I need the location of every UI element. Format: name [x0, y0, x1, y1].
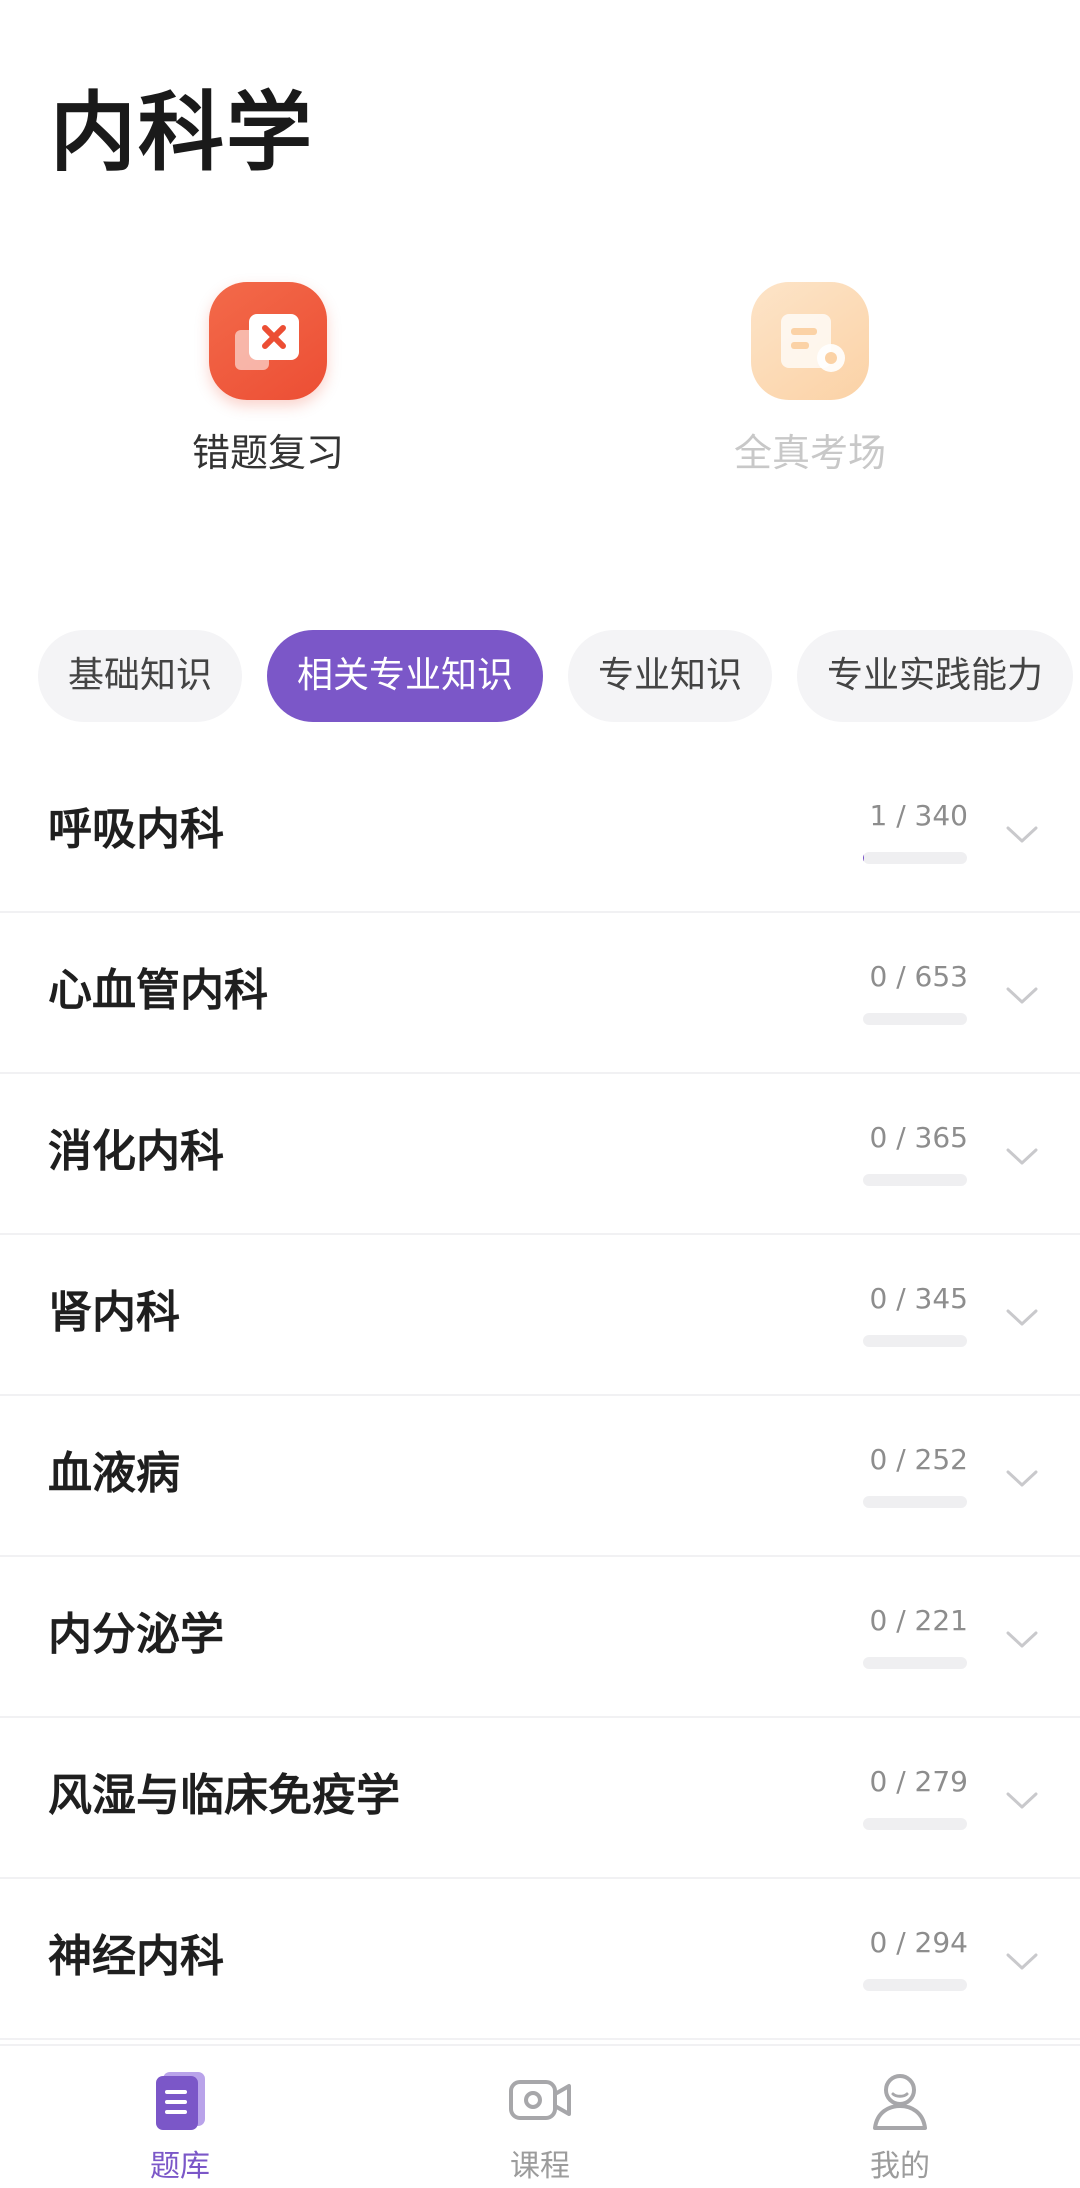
chapter-progress-bar — [863, 1013, 967, 1025]
chevron-down-icon[interactable] — [1002, 1780, 1042, 1820]
nav-course[interactable]: 课程 — [430, 2064, 650, 2182]
tab-basic-knowledge[interactable]: 基础知识 — [38, 630, 243, 722]
chapter-progress-text: 1 / 340 — [869, 799, 969, 832]
chapter-name: 神经内科 — [48, 1931, 224, 1982]
bottom-nav: 题库 课程 我的 — [0, 2044, 1080, 2188]
chapter-progress-bar — [863, 1979, 967, 1991]
course-video-icon — [509, 2080, 571, 2120]
chapter-progress-text: 0 / 653 — [869, 960, 969, 993]
subject-tabs: 基础知识 相关专业知识 专业知识 专业实践能力 — [38, 630, 1074, 722]
chapter-row[interactable]: 神经内科 0 / 294 — [0, 1879, 1080, 2040]
chapter-name: 肾内科 — [48, 1287, 180, 1338]
nav-profile-label: 我的 — [870, 2149, 930, 2184]
mock-exam-icon — [751, 282, 869, 400]
chapter-list: 呼吸内科 1 / 340 心血管内科 0 / 653 消化内科 0 / 365 … — [0, 752, 1080, 2040]
chapter-row[interactable]: 风湿与临床免疫学 0 / 279 — [0, 1718, 1080, 1879]
chapter-name: 风湿与临床免疫学 — [48, 1770, 400, 1821]
chapter-progress-bar — [863, 1496, 967, 1508]
chevron-down-icon[interactable] — [1002, 975, 1042, 1015]
nav-profile[interactable]: 我的 — [790, 2064, 1010, 2182]
chevron-down-icon[interactable] — [1002, 1619, 1042, 1659]
chapter-name: 心血管内科 — [48, 965, 268, 1016]
tab-professional-knowledge[interactable]: 专业知识 — [568, 630, 773, 722]
nav-question-bank-label: 题库 — [150, 2149, 210, 2184]
chapter-progress-text: 0 / 345 — [869, 1282, 969, 1315]
chapter-progress-text: 0 / 365 — [869, 1121, 969, 1154]
tab-related-knowledge[interactable]: 相关专业知识 — [267, 630, 544, 722]
chapter-progress-bar — [863, 1174, 967, 1186]
chevron-down-icon[interactable] — [1002, 1458, 1042, 1498]
wrong-questions-icon — [209, 282, 327, 400]
tab-professional-practice[interactable]: 专业实践能力 — [797, 630, 1074, 722]
chapter-progress-bar — [863, 1657, 967, 1669]
chapter-row[interactable]: 内分泌学 0 / 221 — [0, 1557, 1080, 1718]
question-bank-icon — [156, 2072, 205, 2130]
chapter-row[interactable]: 心血管内科 0 / 653 — [0, 913, 1080, 1074]
chevron-down-icon[interactable] — [1002, 1297, 1042, 1337]
chapter-name: 内分泌学 — [48, 1609, 224, 1660]
chapter-row[interactable]: 呼吸内科 1 / 340 — [0, 752, 1080, 913]
chapter-progress-bar — [863, 1818, 967, 1830]
chapter-row[interactable]: 消化内科 0 / 365 — [0, 1074, 1080, 1235]
mock-exam-button[interactable]: 全真考场 — [660, 282, 960, 472]
chapter-name: 呼吸内科 — [48, 804, 224, 855]
chapter-progress-text: 0 / 221 — [869, 1604, 969, 1637]
chevron-down-icon[interactable] — [1002, 1136, 1042, 1176]
nav-question-bank[interactable]: 题库 — [70, 2064, 290, 2182]
chapter-progress-bar — [863, 852, 967, 864]
chevron-down-icon[interactable] — [1002, 814, 1042, 854]
profile-icon — [873, 2074, 927, 2130]
chapter-name: 消化内科 — [48, 1126, 224, 1177]
wrong-question-review-button[interactable]: 错题复习 — [118, 282, 418, 472]
wrong-question-review-label: 错题复习 — [191, 431, 344, 475]
chapter-progress-bar — [863, 1335, 967, 1347]
chapter-progress-text: 0 / 294 — [869, 1926, 969, 1959]
chapter-progress-text: 0 / 252 — [869, 1443, 969, 1476]
chevron-down-icon[interactable] — [1002, 1941, 1042, 1981]
nav-course-label: 课程 — [510, 2149, 570, 2184]
chapter-row[interactable]: 血液病 0 / 252 — [0, 1396, 1080, 1557]
chapter-progress-text: 0 / 279 — [869, 1765, 969, 1798]
chapter-row[interactable]: 肾内科 0 / 345 — [0, 1235, 1080, 1396]
page-title: 内科学 — [50, 83, 314, 183]
mock-exam-label: 全真考场 — [733, 431, 886, 475]
chapter-name: 血液病 — [48, 1448, 180, 1499]
